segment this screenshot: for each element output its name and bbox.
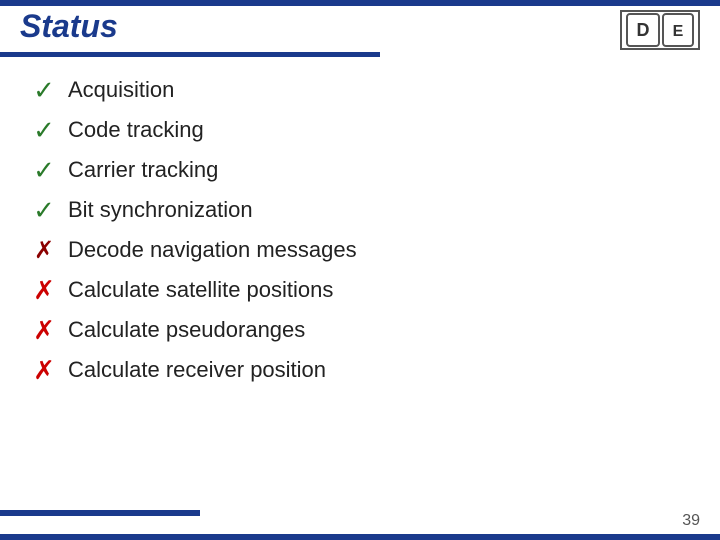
check-icon: ✓ [30,76,58,104]
list-item: ✗ Decode navigation messages [30,230,690,270]
content-list: ✓ Acquisition ✓ Code tracking ✓ Carrier … [30,70,690,390]
title-underline [0,52,380,57]
item-label: Calculate pseudoranges [68,317,305,343]
bottom-bar [0,534,720,540]
item-label: Acquisition [68,77,174,103]
cross-icon: ✗ [30,356,58,384]
list-item: ✗ Calculate pseudoranges [30,310,690,350]
check-icon: ✓ [30,196,58,224]
partial-check-icon: ✗ [30,236,58,264]
cross-icon: ✗ [30,276,58,304]
list-item: ✗ Calculate receiver position [30,350,690,390]
item-label: Decode navigation messages [68,237,357,263]
slide-title: Status [20,8,700,45]
item-label: Calculate receiver position [68,357,326,383]
check-icon: ✓ [30,116,58,144]
title-section: Status [20,8,700,45]
item-label: Calculate satellite positions [68,277,333,303]
list-item: ✓ Carrier tracking [30,150,690,190]
item-label: Code tracking [68,117,204,143]
page-number: 39 [682,512,700,530]
list-item: ✓ Code tracking [30,110,690,150]
list-item: ✓ Acquisition [30,70,690,110]
cross-icon: ✗ [30,316,58,344]
check-icon: ✓ [30,156,58,184]
list-item: ✓ Bit synchronization [30,190,690,230]
item-label: Carrier tracking [68,157,218,183]
list-item: ✗ Calculate satellite positions [30,270,690,310]
slide: D E Status ✓ Acquisition ✓ Code tracking… [0,0,720,540]
item-label: Bit synchronization [68,197,253,223]
top-bar [0,0,720,6]
bottom-accent-bar [0,510,200,516]
